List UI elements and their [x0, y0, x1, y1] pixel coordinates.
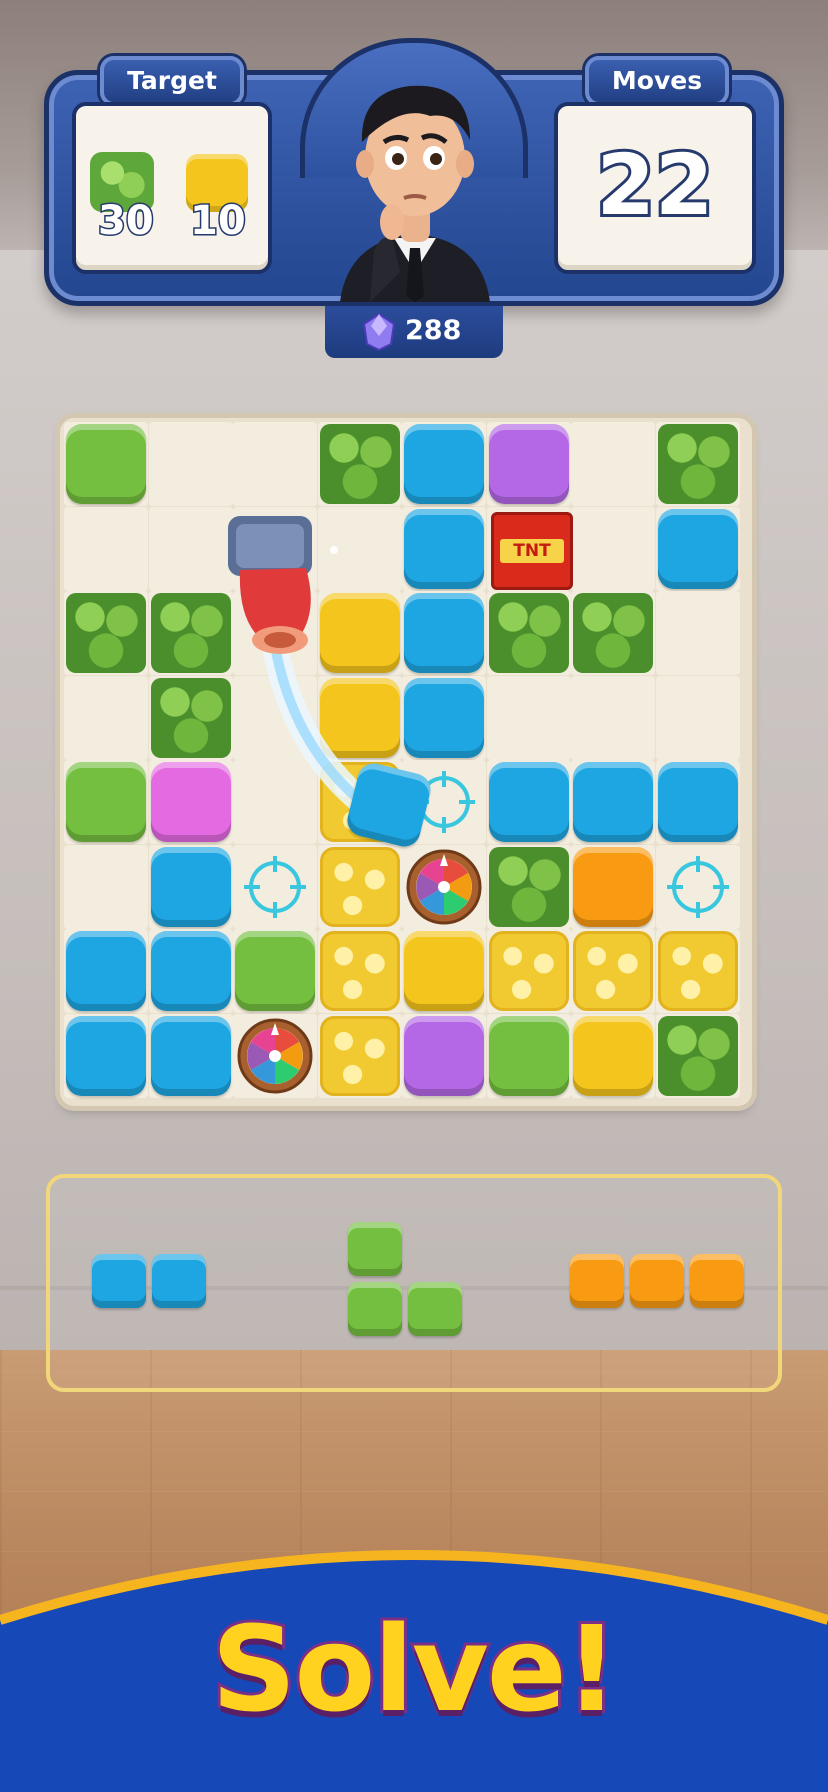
board-cell[interactable]: [64, 506, 148, 591]
green-l-piece[interactable]: [408, 1282, 462, 1336]
leaf-block[interactable]: [657, 1015, 738, 1096]
spin-wheel-icon[interactable]: [404, 847, 484, 927]
moves-card: 22: [554, 102, 756, 274]
leaf-block[interactable]: [150, 593, 231, 673]
cheese-block[interactable]: [488, 931, 569, 1011]
orange-block[interactable]: [573, 846, 653, 927]
cheese-block[interactable]: [573, 931, 653, 1011]
purple-block[interactable]: [404, 1015, 484, 1096]
orange-triomino-piece[interactable]: [630, 1254, 684, 1308]
board-cell[interactable]: [64, 844, 148, 929]
gem-count: 288: [405, 315, 462, 346]
green-l-piece[interactable]: [348, 1222, 402, 1276]
board-cell[interactable]: [64, 675, 148, 760]
leaf-block[interactable]: [573, 593, 653, 673]
pink-block[interactable]: [150, 762, 231, 842]
crosshair-icon[interactable]: [235, 847, 315, 927]
cheese-block[interactable]: [319, 846, 400, 927]
cheese-block[interactable]: [657, 931, 738, 1011]
leaf-block[interactable]: [488, 846, 569, 927]
target-card: 30 10: [72, 102, 272, 274]
character-avatar: [340, 85, 490, 302]
green-block[interactable]: [235, 931, 315, 1011]
green-block[interactable]: [66, 424, 146, 504]
blue-domino-piece[interactable]: [152, 1254, 206, 1308]
blue-block[interactable]: [488, 762, 569, 842]
board-cell[interactable]: [486, 675, 571, 760]
green-block[interactable]: [488, 1015, 569, 1096]
moves-value: 22: [594, 133, 717, 237]
cheese-block[interactable]: [319, 1015, 400, 1096]
tnt-label: TNT: [500, 539, 564, 563]
yellow-block[interactable]: [404, 931, 484, 1011]
board-cell[interactable]: [571, 422, 655, 506]
blue-block[interactable]: [66, 1015, 146, 1096]
board-cell[interactable]: [233, 422, 317, 506]
leaf-block[interactable]: [657, 424, 738, 504]
blue-block[interactable]: [657, 508, 738, 589]
board-cell[interactable]: [148, 506, 233, 591]
yellow-target-count: 10: [189, 197, 248, 246]
gem-icon: [362, 312, 396, 352]
target-label: Target: [100, 56, 244, 106]
solve-text: Solve!: [208, 1597, 621, 1741]
spin-wheel-icon[interactable]: [235, 1016, 315, 1096]
leaf-block[interactable]: [66, 593, 146, 673]
gem-counter: 288: [325, 306, 503, 358]
blue-block[interactable]: [573, 762, 653, 842]
leaf-block[interactable]: [319, 424, 400, 504]
leaf-target-count: 30: [97, 197, 156, 246]
blue-block[interactable]: [66, 931, 146, 1011]
tnt-block[interactable]: TNT: [491, 512, 573, 590]
crosshair-icon[interactable]: [658, 847, 738, 927]
orange-triomino-piece[interactable]: [690, 1254, 744, 1308]
yellow-block[interactable]: [573, 1015, 653, 1096]
board-cell[interactable]: [148, 422, 233, 506]
blue-block[interactable]: [404, 424, 484, 504]
blue-block[interactable]: [657, 762, 738, 842]
leaf-block[interactable]: [488, 593, 569, 673]
green-block[interactable]: [66, 762, 146, 842]
board-cell[interactable]: [655, 675, 740, 760]
blue-block[interactable]: [150, 931, 231, 1011]
orange-triomino-piece[interactable]: [570, 1254, 624, 1308]
cheese-block[interactable]: [319, 931, 400, 1011]
blue-block[interactable]: [150, 846, 231, 927]
moves-label: Moves: [585, 56, 729, 106]
board-cell[interactable]: [655, 591, 740, 675]
blue-domino-piece[interactable]: [92, 1254, 146, 1308]
leaf-block[interactable]: [150, 677, 231, 758]
blue-block[interactable]: [150, 1015, 231, 1096]
purple-block[interactable]: [488, 424, 569, 504]
board-cell[interactable]: [571, 675, 655, 760]
board-cell[interactable]: [571, 506, 655, 591]
green-l-piece[interactable]: [348, 1282, 402, 1336]
